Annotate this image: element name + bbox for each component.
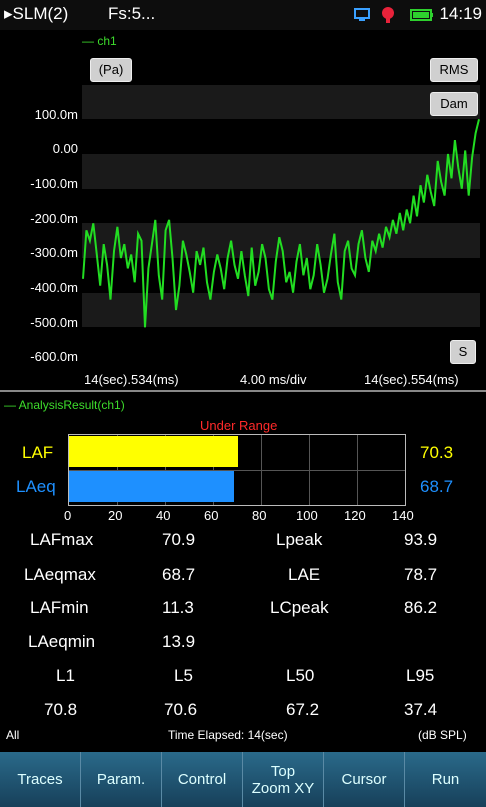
- laeq-bar: [69, 471, 234, 502]
- control-button[interactable]: Control: [162, 752, 243, 807]
- run-label: Run: [431, 771, 460, 788]
- pct-value-l95: 37.4: [404, 700, 438, 719]
- unit-button[interactable]: (Pa): [90, 58, 132, 82]
- laf-label: LAF: [22, 443, 54, 462]
- battery-icon: [410, 9, 433, 21]
- meter-tick-label: 60: [204, 508, 219, 523]
- meter-tick-label: 100: [296, 508, 318, 523]
- stat-name-lcpeak: LCpeak: [270, 598, 329, 617]
- analysis-legend: — AnalysisResult(ch1): [4, 398, 125, 412]
- under-range-label: Under Range: [200, 418, 278, 433]
- waveform-svg: [82, 119, 480, 328]
- meter-tick-label: 0: [64, 508, 72, 523]
- stat-value-lae: 78.7: [404, 565, 438, 584]
- control-label: Control: [177, 771, 227, 788]
- stat-name-laeqmax: LAeqmax: [24, 565, 96, 584]
- cursor-label: Cursor: [341, 771, 387, 788]
- laeq-label: LAeq: [16, 477, 56, 496]
- top-label: Top: [270, 762, 296, 780]
- footer-all: All: [6, 728, 20, 742]
- dam-button[interactable]: Dam: [430, 92, 478, 116]
- meter-tick-label: 120: [344, 508, 366, 523]
- laeq-value: 68.7: [420, 477, 454, 496]
- x-label-left: 14(sec).534(ms): [84, 372, 179, 387]
- zoom-label: Zoom XY: [251, 779, 315, 797]
- panel-divider: [0, 390, 486, 392]
- waveform-plot[interactable]: [82, 50, 480, 362]
- stat-value-laeqmin: 13.9: [162, 632, 196, 651]
- pct-value-l1: 70.8: [44, 700, 78, 719]
- s-button[interactable]: S: [450, 340, 476, 364]
- mic-icon: [382, 7, 394, 23]
- meter-tick-label: 20: [108, 508, 123, 523]
- y-tick-label: -600.0m: [30, 349, 78, 365]
- meter-tick-label: 40: [156, 508, 171, 523]
- stat-value-lafmin: 11.3: [162, 598, 194, 617]
- pct-label-l1: L1: [56, 666, 75, 685]
- laf-bar: [69, 436, 238, 467]
- meter-tick-label: 140: [392, 508, 414, 523]
- x-label-right: 14(sec).554(ms): [364, 372, 459, 387]
- unit-label: (dB SPL): [418, 728, 467, 742]
- sample-rate: Fs:5...: [108, 4, 156, 23]
- network-icon: [354, 8, 370, 21]
- traces-button[interactable]: Traces: [0, 752, 81, 807]
- pct-label-l5: L5: [174, 666, 193, 685]
- y-tick-label: -400.0m: [30, 280, 78, 295]
- y-tick-label: 100.0m: [34, 106, 78, 122]
- status-bar: ▸SLM(2) Fs:5... 14:19: [0, 0, 486, 30]
- y-tick-label: -100.0m: [30, 176, 78, 191]
- run-button[interactable]: Run: [405, 752, 486, 807]
- pct-value-l5: 70.6: [164, 700, 198, 719]
- clock: 14:19: [439, 4, 482, 23]
- param-button[interactable]: Param.: [81, 752, 162, 807]
- trace-line: [82, 119, 480, 328]
- pct-label-l95: L95: [406, 666, 435, 685]
- pct-value-l50: 67.2: [286, 700, 320, 719]
- stat-name-lafmax: LAFmax: [30, 530, 94, 549]
- rms-button[interactable]: RMS: [430, 58, 478, 82]
- stat-name-lae: LAE: [288, 565, 321, 584]
- stat-value-lpeak: 93.9: [404, 530, 438, 549]
- app-title[interactable]: ▸SLM(2): [4, 4, 68, 24]
- y-tick-label: -300.0m: [30, 245, 78, 261]
- channel-legend: — ch1: [82, 34, 117, 48]
- stat-value-lafmax: 70.9: [162, 530, 196, 549]
- meter-tick-label: 80: [252, 508, 267, 523]
- laf-value: 70.3: [420, 443, 454, 462]
- pct-label-l50: L50: [286, 666, 315, 685]
- bottom-toolbar: Traces Param. Control Top Zoom XY Cursor…: [0, 752, 486, 807]
- param-label: Param.: [96, 771, 146, 788]
- time-elapsed: Time Elapsed: 14(sec): [168, 728, 288, 742]
- stat-name-lpeak: Lpeak: [276, 530, 323, 549]
- stat-value-lcpeak: 86.2: [404, 598, 438, 617]
- stat-name-laeqmin: LAeqmin: [28, 632, 96, 651]
- cursor-button[interactable]: Cursor: [324, 752, 405, 807]
- top-zoom-button[interactable]: Top Zoom XY: [243, 752, 324, 807]
- y-tick-label: -200.0m: [30, 210, 78, 226]
- y-tick-label: -500.0m: [30, 314, 78, 330]
- stat-value-laeqmax: 68.7: [162, 565, 196, 584]
- x-label-mid: 4.00 ms/div: [240, 372, 307, 387]
- y-tick-label: 0.00: [52, 141, 78, 157]
- stat-name-lafmin: LAFmin: [30, 598, 89, 617]
- traces-label: Traces: [17, 771, 63, 788]
